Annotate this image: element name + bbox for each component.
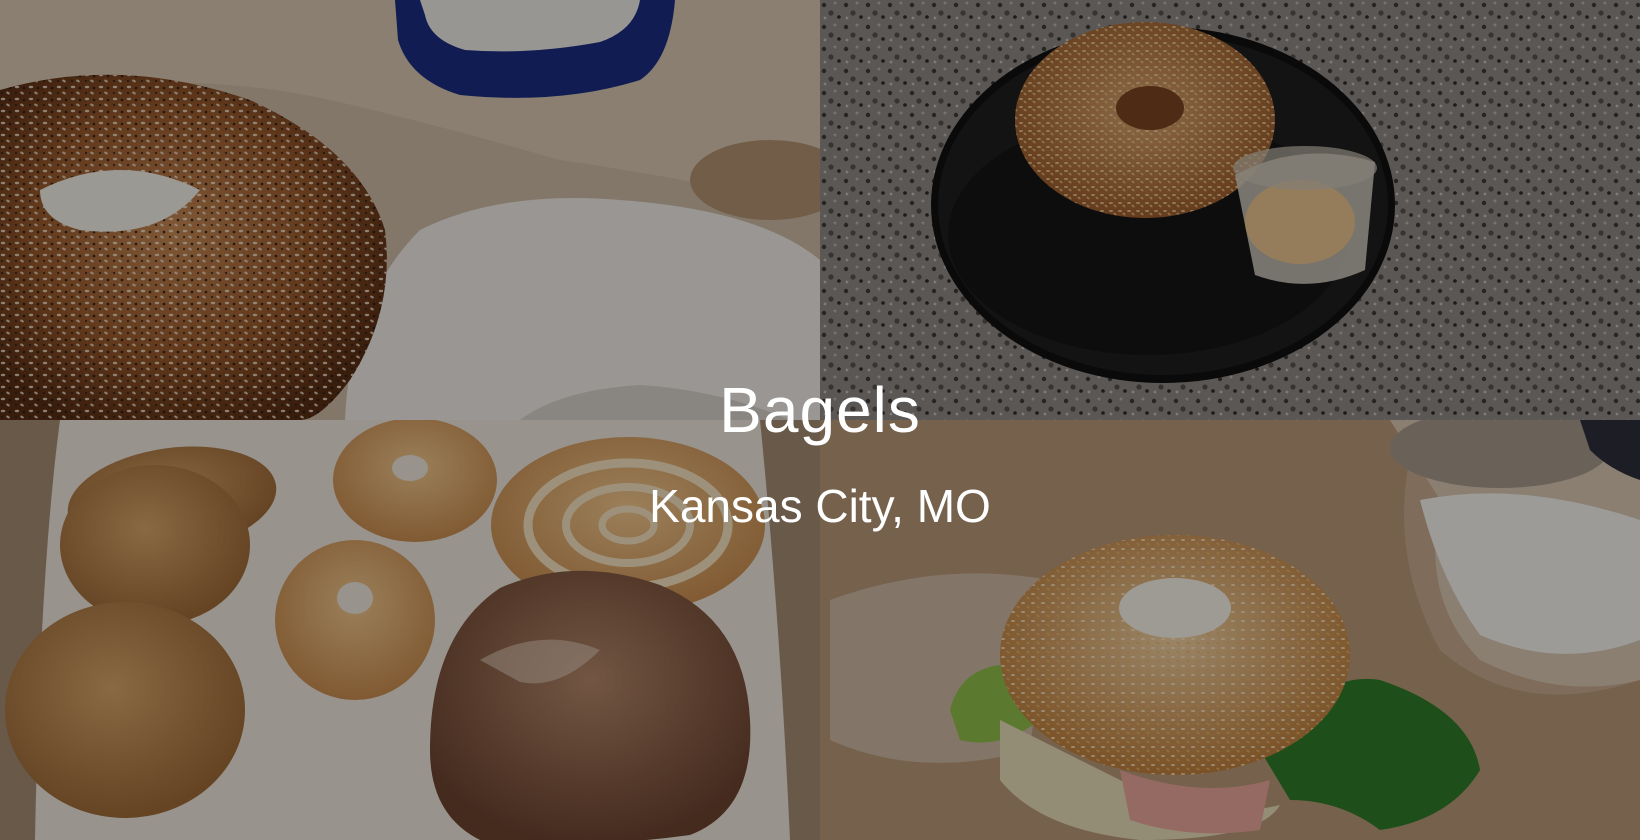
sesame-bagel-plate-image — [820, 0, 1640, 420]
everything-bagel-image — [0, 0, 820, 420]
pastry-box-image — [0, 420, 820, 840]
photo-collage — [0, 0, 1640, 840]
photo-pastry-box — [0, 420, 820, 840]
hero-banner: Bagels Kansas City, MO — [0, 0, 1640, 840]
photo-everything-bagel — [0, 0, 820, 420]
photo-sesame-bagel-plate — [820, 0, 1640, 420]
photo-bagel-sandwich — [820, 420, 1640, 840]
bagel-sandwich-image — [820, 420, 1640, 840]
